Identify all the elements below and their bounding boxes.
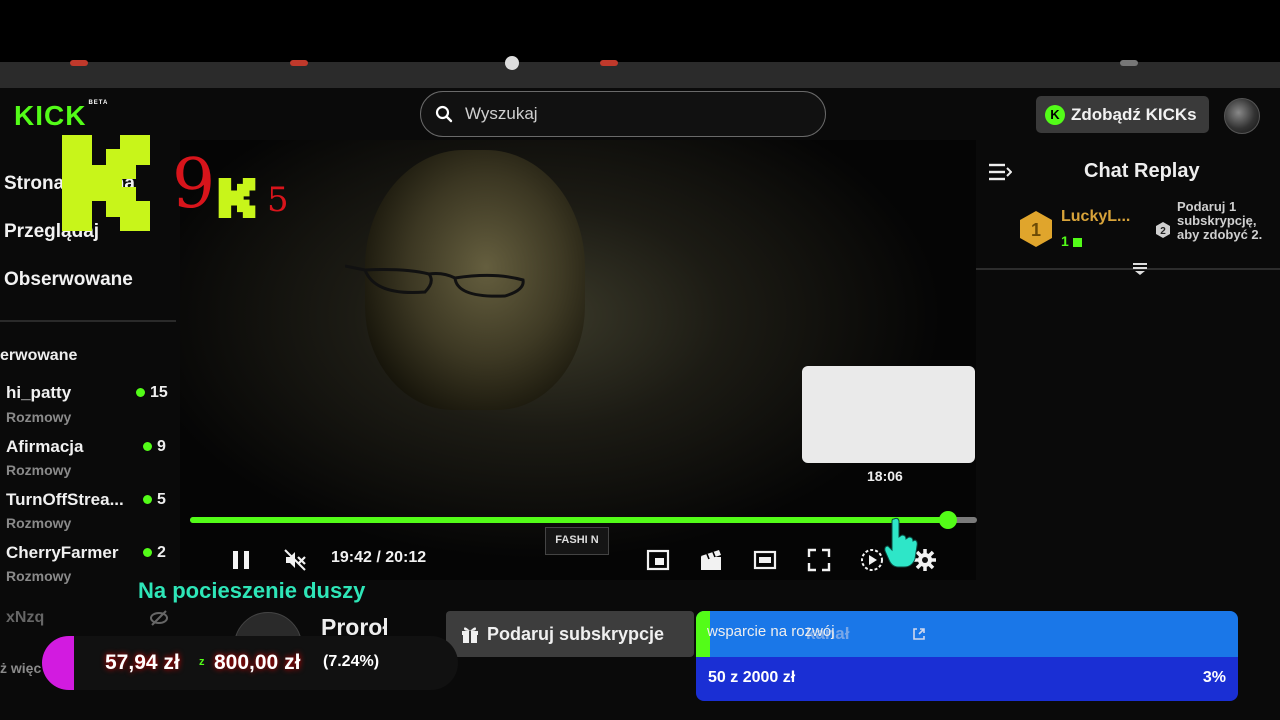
goal-footer: 50 z 2000 zł 3% — [696, 657, 1238, 701]
next-rank-badge-icon: 2 — [1156, 222, 1170, 238]
logo-badge: BETA — [88, 100, 109, 106]
chat-replay-title: Chat Replay — [1084, 160, 1200, 182]
viewer-count: 9 — [143, 438, 166, 456]
fullscreen-icon[interactable] — [807, 548, 831, 572]
svg-text:2: 2 — [1160, 226, 1166, 237]
goal-percent: 3% — [1202, 669, 1226, 686]
svg-text:1: 1 — [1031, 220, 1041, 240]
progress-fill — [190, 517, 948, 523]
get-kicks-button[interactable]: K Zdobądź KICKs — [1036, 96, 1209, 133]
browser-top-strip — [0, 0, 1280, 62]
expand-leaderboard-icon[interactable] — [1132, 262, 1148, 276]
channel-category: Rozmowy — [6, 409, 72, 425]
live-dot-icon — [143, 495, 152, 505]
logo-text: KICK — [14, 100, 87, 131]
external-link-icon[interactable] — [912, 627, 926, 641]
progress-handle[interactable] — [938, 511, 957, 529]
channel-name: CherryFarmer — [6, 543, 119, 562]
offline-eye-icon — [150, 610, 168, 626]
goal-progress-text: 50 z 2000 zł — [708, 669, 796, 686]
user-avatar[interactable] — [1224, 98, 1260, 134]
gold-rank-badge-icon: 1 — [1020, 211, 1052, 247]
search-bar[interactable] — [420, 91, 826, 137]
tab-favicon[interactable] — [70, 60, 88, 66]
progress-bar[interactable] — [190, 511, 977, 529]
stream-tagline: Na pocieszenie duszy — [138, 578, 366, 603]
kicks-icon: K — [1045, 104, 1065, 125]
goal-widget: kanał wsparcie na rozwój 50 z 2000 zł 3% — [696, 611, 1238, 701]
leaderboard-user[interactable]: LuckyL... — [1061, 208, 1130, 226]
theater-mode-icon[interactable] — [753, 548, 777, 572]
chat-divider — [976, 268, 1280, 270]
goal-label: wsparcie na rozwój — [707, 623, 835, 640]
small-k-logo-icon — [218, 178, 256, 218]
glasses-shape — [345, 264, 525, 298]
viewer-count: 2 — [143, 544, 166, 562]
tab-favicon[interactable] — [505, 56, 519, 70]
goal-header: kanał wsparcie na rozwój — [696, 611, 1238, 657]
mute-icon[interactable] — [283, 548, 307, 572]
viewer-count: 15 — [136, 384, 168, 402]
gift-icon — [462, 627, 478, 643]
overlay-digit-nine: 9 — [172, 145, 216, 224]
gift-sub-promo[interactable]: Podaruj 1 subskrypcję, aby zdobyć 2. — [1177, 200, 1273, 242]
nav-following[interactable]: Obserwowane — [4, 269, 133, 291]
donation-goal: 800,00 zł — [214, 651, 301, 674]
donation-amount: 57,94 zł — [105, 651, 180, 674]
channel-category: Rozmowy — [6, 462, 72, 478]
tab-favicon[interactable] — [290, 60, 308, 66]
video-player[interactable] — [180, 140, 976, 580]
viewer-count: 5 — [143, 491, 166, 509]
gift-subscriptions-button[interactable]: Podaruj subskrypcje — [446, 611, 694, 657]
sub-gift-icon — [1072, 237, 1082, 247]
sidebar-divider — [0, 320, 176, 322]
channel-name: hi_patty — [6, 383, 72, 402]
show-more-link[interactable]: ż więc — [0, 660, 41, 676]
shirt-label: FASHI N — [545, 527, 609, 555]
hand-cursor-icon — [884, 517, 918, 568]
big-k-logo-icon — [62, 135, 150, 231]
channel-category: Rozmowy — [6, 568, 72, 584]
kick-logo[interactable]: KICK BETA — [14, 100, 108, 132]
playback-time: 19:42 / 20:12 — [331, 549, 427, 566]
donation-separator: z — [199, 656, 205, 668]
collapse-chat-icon[interactable] — [988, 162, 1012, 182]
overlay-digit-five: 5 — [267, 180, 289, 220]
mini-player-icon[interactable] — [646, 548, 670, 572]
seek-preview-time: 18:06 — [867, 468, 903, 484]
leaderboard-sub-count: 1 — [1061, 233, 1082, 249]
following-heading: erwowane — [0, 347, 78, 364]
gift-subscriptions-label: Podaruj subskrypcje — [487, 623, 665, 644]
channel-name: Afirmacja — [6, 437, 84, 456]
pause-icon[interactable] — [229, 548, 253, 572]
seek-preview-thumbnail — [802, 366, 975, 463]
autoplay-icon[interactable] — [860, 548, 884, 572]
tab-favicon[interactable] — [1120, 60, 1138, 66]
donation-percent: (7.24%) — [323, 653, 380, 670]
browser-tab-bar — [0, 56, 1280, 88]
tab-favicon[interactable] — [600, 60, 618, 66]
clip-icon[interactable] — [699, 548, 723, 572]
live-dot-icon — [136, 388, 145, 398]
offline-channel[interactable]: xNzq — [6, 609, 44, 627]
search-icon — [435, 105, 453, 123]
channel-name: TurnOffStrea... — [6, 490, 124, 509]
live-dot-icon — [143, 548, 152, 558]
get-kicks-label: Zdobądź KICKs — [1071, 104, 1197, 124]
channel-category: Rozmowy — [6, 515, 72, 531]
search-input[interactable] — [463, 103, 807, 125]
live-dot-icon — [143, 442, 152, 452]
